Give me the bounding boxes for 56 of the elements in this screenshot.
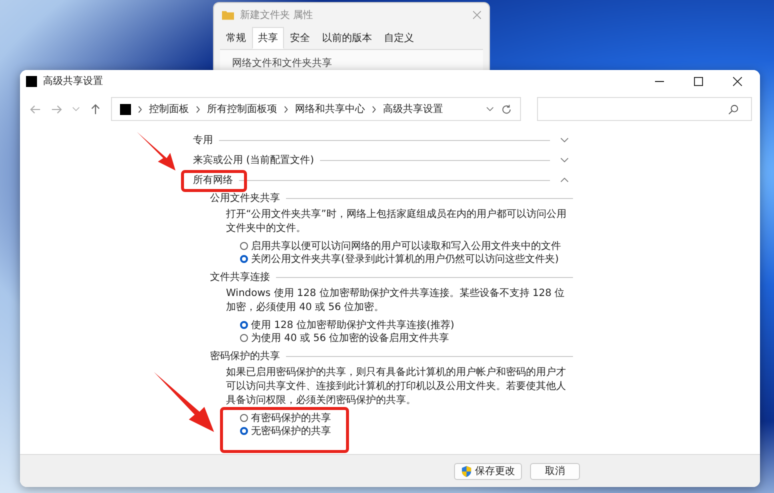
profile-header[interactable]: 所有网络 [193,173,233,187]
description-text: 如果已启用密码保护的共享，则只有具备此计算机的用户帐户和密码的用户才可以访问共享文件、连接到此计算机的打印机以及公用文件夹。若要使其他人具备访问权限，必须关闭密码保护的共享。 [226,366,567,408]
shield-icon [461,466,472,476]
breadcrumb[interactable]: 所有控制面板项 [207,102,277,116]
location-icon [120,104,131,114]
radio-button[interactable] [240,334,248,342]
breadcrumb[interactable]: 控制面板 [149,102,189,116]
radio-button[interactable] [240,242,248,250]
section-title: 密码保护的共享 [210,350,280,363]
up-arrow-icon[interactable] [90,104,101,114]
section-title: 公用文件夹共享 [210,192,280,205]
option-label[interactable]: 为使用 40 或 56 位加密的设备启用文件共享 [251,330,450,344]
option-label[interactable]: 有密码保护的共享 [251,410,331,424]
tab[interactable]: 安全 [284,27,316,49]
maximize-icon[interactable] [694,76,703,86]
section-title: 文件共享连接 [210,270,270,284]
radio-button[interactable] [240,414,248,422]
chevron-up-icon[interactable] [560,177,569,183]
breadcrumb[interactable]: 网络和共享中心 [295,102,365,116]
option-label[interactable]: 关闭公用文件夹共享(登录到此计算机的用户仍然可以访问这些文件夹) [251,252,559,266]
tab[interactable]: 自定义 [378,27,420,49]
option-label[interactable]: 使用 128 位加密帮助保护文件共享连接(推荐) [251,318,454,332]
close-icon[interactable] [733,76,742,86]
window-title: 高级共享设置 [43,74,103,88]
description-text: 打开“公用文件夹共享”时，网络上包括家庭组成员在内的用户都可以访问公用文件夹中的文件。 [226,208,568,236]
profile-header[interactable]: 专用 [193,133,213,147]
window-title: 新建文件夹 属性 [240,8,314,22]
tab[interactable]: 共享 [252,27,284,49]
description-text: Windows 使用 128 位加密帮助保护文件共享连接。某些设备不支持 128 位加密，必须使用 40 或 56 位加密。 [226,287,566,315]
address-bar[interactable]: 控制面板 所有控制面板项 网络和共享中心 高级共享设置 [111,97,521,121]
option-label[interactable]: 无密码保护的共享 [251,424,331,438]
group-title: 网络文件和文件夹共享 [232,58,332,69]
chevron-right-icon [372,106,376,112]
radio-button[interactable] [240,320,248,328]
chevron-down-icon[interactable] [486,106,494,112]
chevron-right-icon [196,106,200,112]
cancel-button[interactable]: 取消 [530,462,580,480]
refresh-icon[interactable] [501,104,512,114]
save-button[interactable]: 保存更改 [454,462,522,480]
option-label[interactable]: 启用共享以便可以访问网络的用户可以读取和写入公用文件夹中的文件 [251,238,561,252]
radio-button[interactable] [240,254,248,262]
chevron-down-icon[interactable] [560,137,569,143]
folder-icon [222,10,234,20]
profile-header[interactable]: 来宾或公用 (当前配置文件) [193,153,314,167]
tab[interactable]: 常规 [220,27,252,49]
pointer-arrow [152,370,216,434]
highlight-frame [181,170,247,192]
search-icon [728,104,739,114]
breadcrumb[interactable]: 高级共享设置 [383,102,443,116]
search-field[interactable] [537,97,752,121]
radio-button[interactable] [240,426,248,434]
chevron-right-icon [284,106,288,112]
app-icon [26,76,37,86]
chevron-down-icon[interactable] [560,157,569,163]
tab[interactable]: 以前的版本 [316,27,378,49]
chevron-right-icon [138,106,142,112]
